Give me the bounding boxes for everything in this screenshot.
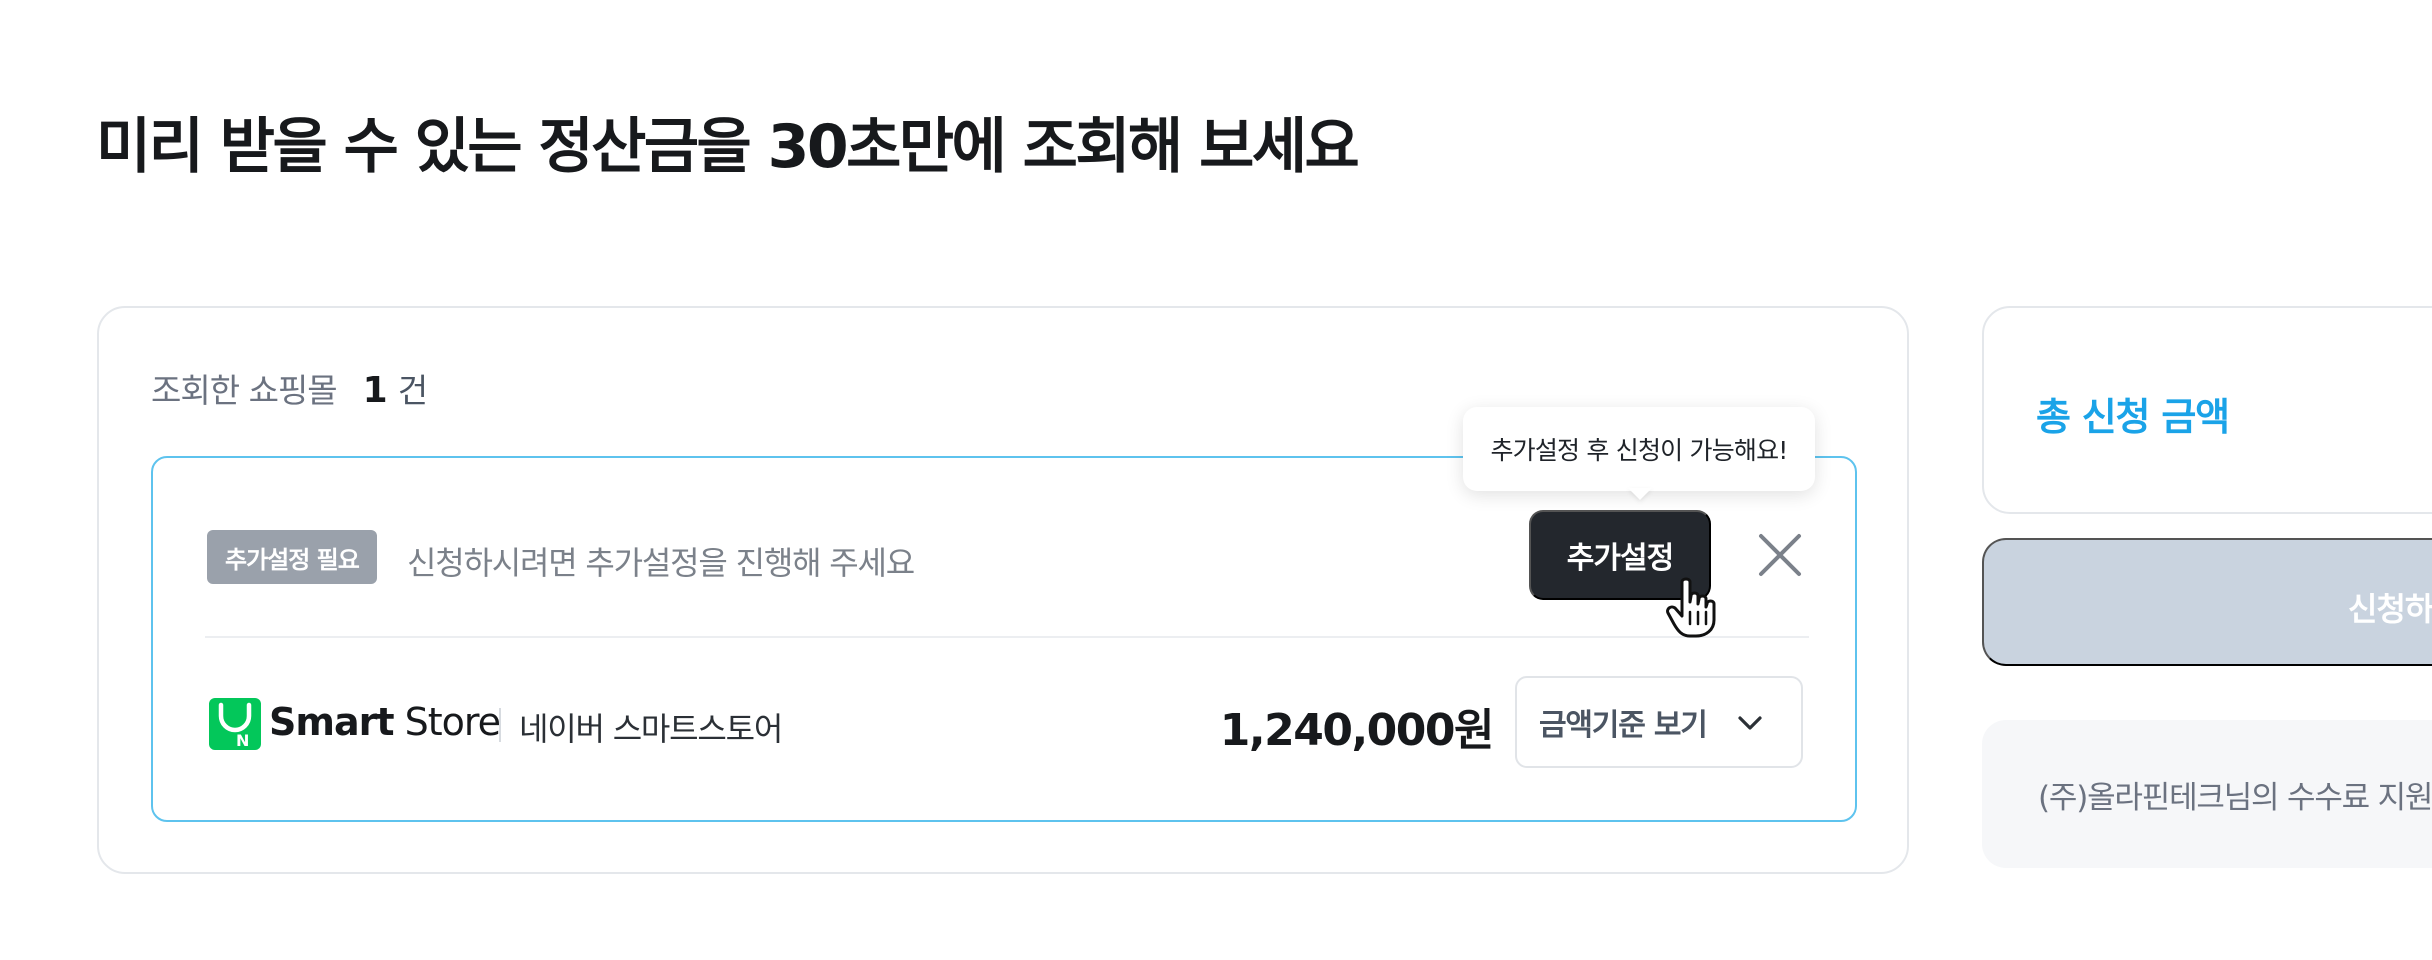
mall-item-divider bbox=[205, 636, 1809, 638]
amount-basis-dropdown[interactable]: 금액기준 보기 bbox=[1515, 676, 1803, 768]
status-badge: 추가설정 필요 bbox=[207, 530, 377, 584]
store-brand-bold: Smart bbox=[269, 700, 395, 744]
chevron-down-icon bbox=[1738, 716, 1762, 730]
page: 미리 받을 수 있는 정산금을 30초만에 조회해 보세요 조회한 쇼핑몰 1 … bbox=[0, 0, 2432, 960]
setup-notice-text: 신청하시려면 추가설정을 진행해 주세요 bbox=[407, 544, 915, 582]
settlement-amount: 1,240,000원 bbox=[1219, 705, 1495, 756]
setup-tooltip: 추가설정 후 신청이 가능해요! bbox=[1463, 407, 1815, 491]
mall-count-label: 조회한 쇼핑몰 bbox=[151, 371, 338, 410]
mall-count-number: 1 bbox=[362, 370, 388, 411]
naver-smartstore-icon: N bbox=[209, 698, 261, 750]
amount-basis-label: 금액기준 보기 bbox=[1539, 708, 1708, 743]
total-amount-card: 총 신청 금액 bbox=[1982, 306, 2432, 514]
mall-item: 추가설정 필요 신청하시려면 추가설정을 진행해 주세요 추가설정 N Smar… bbox=[151, 456, 1857, 822]
store-brand-regular: Store bbox=[404, 700, 501, 744]
mall-count-summary: 조회한 쇼핑몰 1 건 bbox=[151, 364, 428, 412]
fee-support-card: (주)올라핀테크님의 수수료 지원 bbox=[1982, 720, 2432, 868]
hand-pointer-cursor-icon bbox=[1666, 577, 1716, 638]
mall-count-unit: 건 bbox=[397, 371, 429, 410]
brand-separator bbox=[499, 708, 501, 742]
fee-support-text: (주)올라핀테크님의 수수료 지원 bbox=[2038, 780, 2432, 816]
total-amount-label: 총 신청 금액 bbox=[2036, 395, 2230, 439]
store-name: 네이버 스마트스토어 bbox=[519, 710, 783, 748]
mall-results-card: 조회한 쇼핑몰 1 건 추가설정 필요 신청하시려면 추가설정을 진행해 주세요… bbox=[97, 306, 1909, 874]
setup-tooltip-tail bbox=[1628, 488, 1652, 500]
close-icon[interactable] bbox=[1755, 530, 1805, 580]
svg-text:N: N bbox=[236, 731, 249, 750]
apply-button[interactable]: 신청하 bbox=[1982, 538, 2432, 666]
store-brand-wordmark: Smart Store bbox=[269, 700, 501, 744]
page-title: 미리 받을 수 있는 정산금을 30초만에 조회해 보세요 bbox=[96, 112, 1360, 182]
apply-button-label: 신청하 bbox=[2348, 591, 2432, 627]
